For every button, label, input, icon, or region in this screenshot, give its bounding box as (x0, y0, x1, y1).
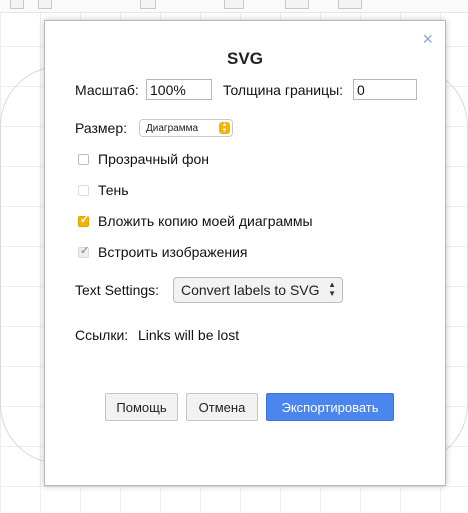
select-arrows-icon: ▲ ▼ (328, 280, 336, 298)
help-button[interactable]: Помощь (105, 393, 178, 421)
checkbox-checked-disabled[interactable]: ✓ (78, 244, 90, 258)
size-label: Размер: (75, 120, 128, 136)
select-arrows-icon: ▴ ▾ (219, 121, 230, 134)
checkmark-icon: ✓ (80, 244, 90, 257)
checkbox[interactable] (78, 153, 89, 165)
toolbar-icon[interactable] (38, 0, 52, 9)
close-icon[interactable]: × (422, 30, 433, 48)
checkbox-transparent-background[interactable]: Прозрачный фон (78, 151, 209, 167)
size-select-value: Диаграмма (146, 123, 199, 134)
export-svg-dialog: × SVG Масштаб: 100% Толщина границы: 0 Р… (44, 20, 446, 486)
toolbar-icon[interactable] (285, 0, 309, 9)
toolbar-strip (0, 0, 468, 13)
checkbox-label: Тень (98, 182, 129, 198)
toolbar-icon[interactable] (224, 0, 244, 9)
checkbox-embed-images[interactable]: ✓ Встроить изображения (78, 244, 247, 260)
checkbox-label: Встроить изображения (98, 244, 248, 260)
border-width-input[interactable]: 0 (353, 79, 417, 100)
checkbox-embed-diagram[interactable]: ✓ Вложить копию моей диаграммы (78, 213, 313, 229)
checkbox[interactable] (78, 184, 89, 196)
zoom-input[interactable]: 100% (146, 79, 212, 100)
links-label: Ссылки: (75, 327, 129, 343)
text-settings-select[interactable]: Convert labels to SVG ▲ ▼ (173, 277, 343, 303)
toolbar-icon[interactable] (338, 0, 362, 9)
toolbar-icon[interactable] (10, 0, 24, 9)
border-width-label: Толщина границы: (223, 82, 344, 98)
checkmark-icon: ✓ (80, 213, 90, 226)
checkbox-checked[interactable]: ✓ (78, 213, 90, 227)
zoom-label: Масштаб: (75, 82, 139, 98)
text-settings-label: Text Settings: (75, 282, 160, 298)
links-value: Links will be lost (138, 327, 240, 343)
cancel-button[interactable]: Отмена (186, 393, 258, 421)
checkbox-shadow[interactable]: Тень (78, 182, 129, 198)
checkbox-label: Вложить копию моей диаграммы (98, 213, 313, 229)
export-button[interactable]: Экспортировать (266, 393, 394, 421)
checkbox-label: Прозрачный фон (98, 151, 209, 167)
size-select[interactable]: Диаграмма ▴ ▾ (139, 119, 233, 137)
toolbar-icon[interactable] (140, 0, 156, 9)
dialog-title: SVG (227, 49, 263, 68)
text-settings-value: Convert labels to SVG (181, 282, 320, 298)
